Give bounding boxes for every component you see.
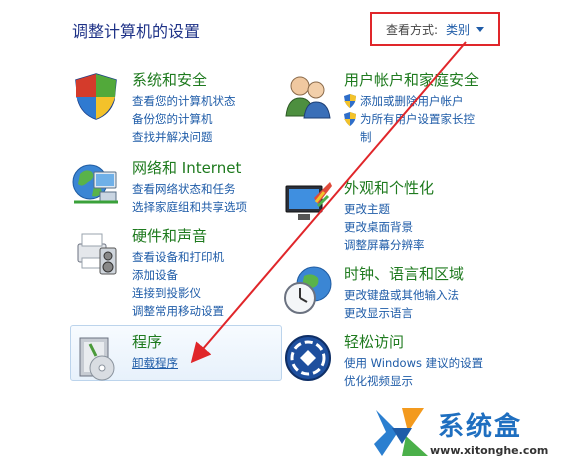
watermark-url: www.xitonghe.com: [430, 444, 549, 457]
xitonghe-logo-icon: [374, 408, 428, 456]
watermark: 系统盒 www.xitonghe.com: [372, 404, 562, 464]
annotation-arrow: [190, 41, 467, 364]
watermark-brand: 系统盒: [438, 412, 523, 442]
